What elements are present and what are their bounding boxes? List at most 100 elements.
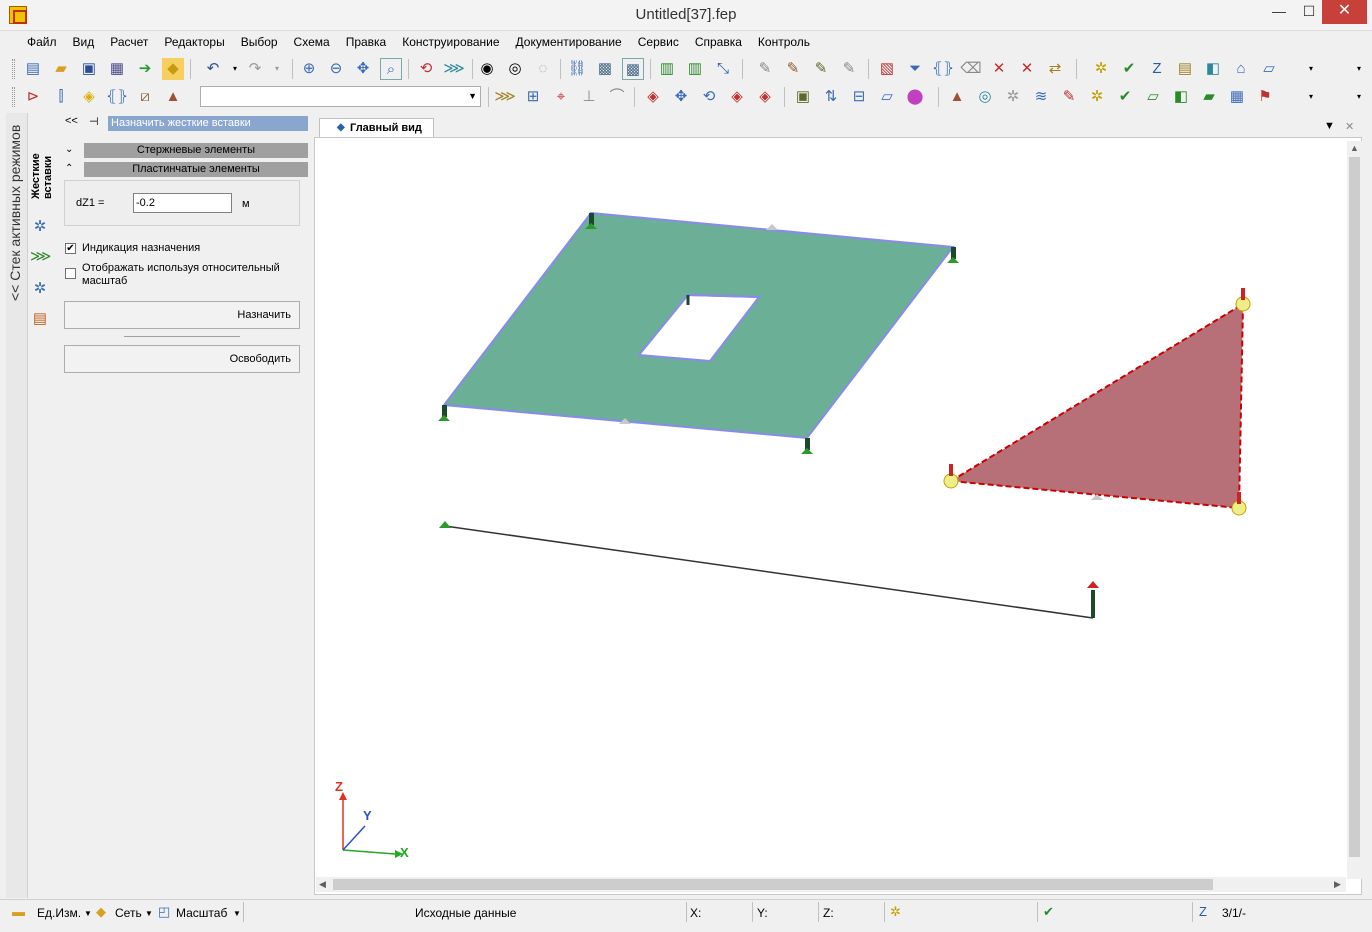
active-modes-stack[interactable]: << Стек активных режимов: [6, 113, 28, 898]
menu-control[interactable]: Контроль: [750, 33, 818, 52]
select-all-icon[interactable]: ✕: [1016, 58, 1038, 80]
section-plate-elements[interactable]: Пластинчатые элементы: [84, 162, 308, 177]
menu-select[interactable]: Выбор: [233, 33, 286, 52]
chevron-down-icon[interactable]: ▼: [145, 909, 153, 918]
invert-selection-icon[interactable]: ⇄: [1044, 58, 1066, 80]
star-node-icon[interactable]: ✲: [1002, 86, 1024, 108]
material-icon[interactable]: ◈: [78, 86, 100, 108]
units-menu[interactable]: Ед.Изм.: [37, 906, 81, 920]
horizontal-scroll-thumb[interactable]: [333, 879, 1213, 890]
toolbar-grip[interactable]: [12, 87, 15, 107]
menu-file[interactable]: Файл: [10, 33, 65, 52]
check-circle-icon[interactable]: ◎: [974, 86, 996, 108]
mesh-icon[interactable]: ⋙: [494, 86, 516, 108]
select-window-icon[interactable]: ▧: [876, 58, 898, 80]
screenshot-icon[interactable]: ▩: [622, 58, 644, 80]
toolbar-overflow-icon[interactable]: ▾: [1300, 58, 1322, 80]
open-folder-icon[interactable]: ▰: [50, 58, 72, 80]
vertical-scroll-thumb[interactable]: [1349, 157, 1360, 857]
plane-icon[interactable]: ▰: [1198, 86, 1220, 108]
rotate-icon[interactable]: ⟲: [698, 86, 720, 108]
indication-checkbox[interactable]: ✔: [65, 243, 76, 254]
pen-icon[interactable]: ✎: [754, 58, 776, 80]
toolbar-grip[interactable]: [12, 59, 15, 79]
render-icon[interactable]: ⛓: [566, 58, 588, 80]
toolbar-overflow-icon[interactable]: ▾: [1348, 58, 1370, 80]
menu-service[interactable]: Сервис: [630, 33, 687, 52]
pen-disabled-icon[interactable]: ✎: [838, 58, 860, 80]
bracket-icon[interactable]: ⦃⦄: [106, 86, 128, 108]
building-icon[interactable]: ⌂: [1230, 58, 1252, 80]
support-icon[interactable]: ⊥: [578, 86, 600, 108]
camera-icon[interactable]: ▩: [594, 58, 616, 80]
menu-editors[interactable]: Редакторы: [156, 33, 232, 52]
divide-icon[interactable]: ⊟: [848, 86, 870, 108]
sparkle-node-icon[interactable]: ✲: [1090, 58, 1112, 80]
scroll-left-icon[interactable]: ◀: [319, 879, 326, 890]
zoom-in-icon[interactable]: ⊕: [298, 58, 320, 80]
chart-icon[interactable]: ▥: [656, 58, 678, 80]
brush-icon[interactable]: ✎: [782, 58, 804, 80]
tab-main-view[interactable]: ◆ Главный вид: [319, 118, 434, 137]
sort-icon[interactable]: ⇅: [820, 86, 842, 108]
rigid-insert-icon[interactable]: ✲: [1086, 86, 1108, 108]
save-icon[interactable]: ▣: [78, 58, 100, 80]
scroll-right-icon[interactable]: ▶: [1334, 879, 1341, 890]
collapse-panel-button[interactable]: <<: [65, 115, 78, 127]
move-icon[interactable]: ✥: [670, 86, 692, 108]
flag-icon[interactable]: ⚑: [1254, 86, 1276, 108]
minimize-button[interactable]: —: [1264, 0, 1294, 24]
zoom-window-icon[interactable]: ⌕: [380, 58, 402, 80]
move-nodes-icon[interactable]: ◈: [642, 86, 664, 108]
redo-icon[interactable]: ↷: [244, 58, 266, 80]
grid-menu[interactable]: Сеть: [115, 906, 142, 920]
deformation-icon[interactable]: ⤡: [712, 58, 734, 80]
eye-disabled-icon[interactable]: ◌: [532, 58, 554, 80]
toolbar-overflow-icon[interactable]: ▾: [1348, 86, 1370, 108]
bar-element[interactable]: [444, 525, 1094, 619]
zoom-out-icon[interactable]: ⊖: [325, 58, 347, 80]
node-mode-icon[interactable]: ✲: [30, 279, 50, 299]
section-bar-elements[interactable]: Стержневые элементы: [84, 143, 308, 158]
union-icon[interactable]: ⬤: [904, 86, 926, 108]
menu-view[interactable]: Вид: [65, 33, 103, 52]
triangle-plate-element[interactable]: [947, 302, 1245, 510]
menu-design[interactable]: Конструирование: [394, 33, 507, 52]
wave-icon[interactable]: ≋: [1030, 86, 1052, 108]
rigid-insert-mode-icon[interactable]: ✲: [30, 217, 50, 237]
active-modes-label[interactable]: << Стек активных режимов: [7, 125, 27, 325]
library-icon[interactable]: ◆: [162, 58, 184, 80]
document-mode-icon[interactable]: ▤: [30, 309, 50, 329]
snap-icon[interactable]: ✲: [890, 904, 906, 920]
edit-bar-icon[interactable]: ✎: [1058, 86, 1080, 108]
toolbar-overflow-icon[interactable]: ▾: [1300, 86, 1322, 108]
pan-icon[interactable]: ✥: [352, 58, 374, 80]
model-canvas[interactable]: [315, 138, 1347, 878]
mirror-icon[interactable]: ◈: [754, 86, 776, 108]
menu-scheme[interactable]: Схема: [286, 33, 338, 52]
menu-help[interactable]: Справка: [687, 33, 750, 52]
export-icon[interactable]: ➔: [134, 58, 156, 80]
undo-icon[interactable]: ↶: [202, 58, 224, 80]
foundation-icon[interactable]: ▲: [162, 86, 184, 108]
arch-icon[interactable]: ⌒: [606, 86, 628, 108]
main-viewport[interactable]: X Y Z: [314, 137, 1362, 895]
maximize-button[interactable]: ☐: [1294, 0, 1324, 24]
horizontal-scrollbar[interactable]: ◀ ▶: [316, 877, 1346, 892]
menu-edit[interactable]: Правка: [338, 33, 395, 52]
vertical-scrollbar[interactable]: ▲: [1347, 141, 1362, 879]
close-button[interactable]: ✕: [1322, 0, 1367, 24]
load-icon[interactable]: ⊳: [22, 86, 44, 108]
polyline-icon[interactable]: Z: [1146, 58, 1168, 80]
relative-scale-checkbox[interactable]: [65, 268, 76, 279]
assign-icon[interactable]: ✔: [1118, 58, 1140, 80]
assign-status-icon[interactable]: ✔: [1043, 904, 1059, 920]
print-preview-icon[interactable]: ▦: [106, 58, 128, 80]
plate-element[interactable]: [442, 211, 955, 440]
surface-icon[interactable]: ▱: [876, 86, 898, 108]
scale-menu[interactable]: Масштаб: [176, 906, 227, 920]
section-icon[interactable]: ⫿: [50, 86, 72, 108]
clipboard-icon[interactable]: ▤: [1174, 58, 1196, 80]
menu-documentation[interactable]: Документирование: [508, 33, 630, 52]
eye-hide-icon[interactable]: ◎: [504, 58, 526, 80]
